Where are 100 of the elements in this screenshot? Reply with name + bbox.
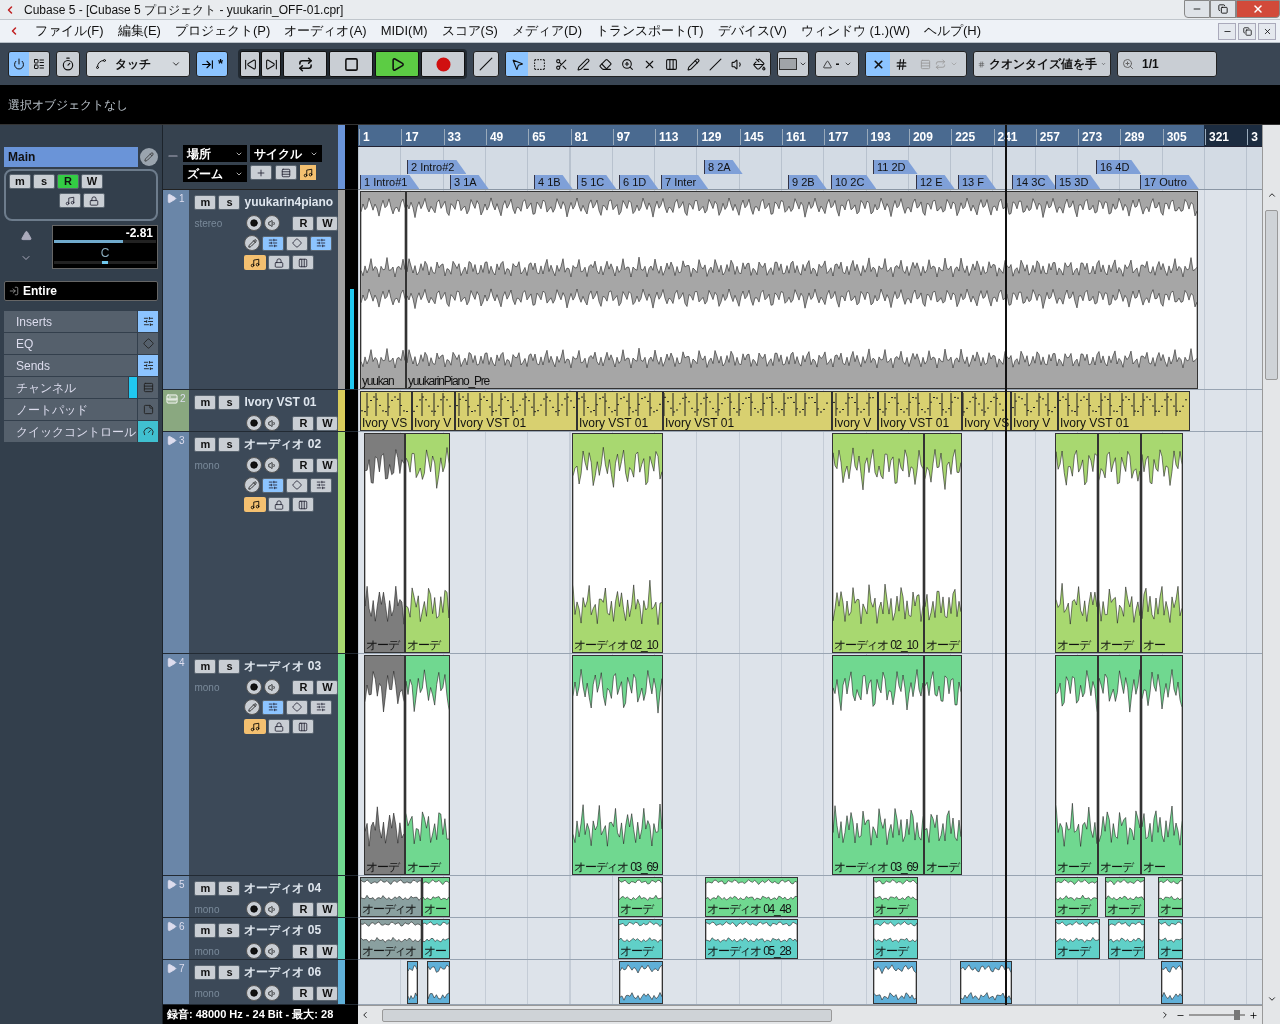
marker-flag[interactable]: 10 2C bbox=[831, 175, 877, 189]
cycle-dropdown[interactable]: サイクル bbox=[250, 145, 322, 162]
solo-button[interactable]: s bbox=[218, 394, 241, 410]
marker-flag[interactable]: 13 F bbox=[958, 175, 996, 189]
audio-event[interactable]: オー bbox=[1141, 655, 1183, 875]
menu-item[interactable]: MIDI(M) bbox=[373, 21, 435, 41]
menu-item[interactable]: オーディオ(A) bbox=[277, 21, 374, 41]
audio-event[interactable]: オーデ bbox=[1055, 433, 1098, 653]
menu-item[interactable]: メディア(D) bbox=[504, 21, 589, 41]
curve-dropdown[interactable]: - bbox=[815, 51, 860, 77]
audio-event[interactable]: オーディオ 03_69 bbox=[832, 655, 924, 875]
marker-flag[interactable]: 6 1D bbox=[619, 175, 659, 189]
audio-event[interactable]: オー bbox=[422, 877, 450, 917]
audio-event[interactable]: オーデ bbox=[1055, 655, 1098, 875]
midi-part[interactable]: Ivory V bbox=[832, 391, 878, 431]
inspector-section-tab[interactable]: EQ bbox=[4, 333, 137, 354]
audio-event[interactable]: オーデ bbox=[618, 877, 663, 917]
marker-flag[interactable]: 12 E bbox=[916, 175, 955, 189]
audio-event[interactable]: オー bbox=[422, 919, 450, 959]
read-button[interactable]: R bbox=[292, 943, 315, 959]
automation-mode-dropdown[interactable]: タッチ bbox=[86, 51, 190, 77]
marker-flag[interactable]: 2 Intro#2 bbox=[407, 160, 467, 174]
mute-button[interactable]: m bbox=[194, 880, 217, 896]
audio-event[interactable]: オーデ bbox=[364, 655, 405, 875]
read-button[interactable]: R bbox=[292, 415, 315, 431]
audio-event[interactable]: オーデ bbox=[1098, 655, 1141, 875]
routing-field[interactable]: Entire bbox=[4, 281, 158, 301]
marker-flag[interactable]: 3 1A bbox=[450, 175, 489, 189]
marker-flag[interactable]: 11 2D bbox=[873, 160, 918, 174]
menu-item[interactable]: スコア(S) bbox=[434, 21, 505, 41]
audio-event[interactable]: オーデ bbox=[924, 655, 962, 875]
audio-event[interactable]: オーデ bbox=[873, 877, 918, 917]
read-button[interactable]: R bbox=[292, 985, 315, 1001]
write-button[interactable]: W bbox=[316, 985, 339, 1001]
inspector-track-name[interactable]: Main bbox=[4, 147, 138, 167]
inspector-section-tab[interactable]: Sends bbox=[4, 355, 137, 376]
marker-flag[interactable]: 5 1C bbox=[577, 175, 617, 189]
track-name[interactable]: オーディオ 02 bbox=[244, 435, 322, 453]
track-name[interactable]: yuukarin4piano bbox=[244, 193, 334, 211]
marker-flag[interactable]: 9 2B bbox=[788, 175, 827, 189]
audio-event[interactable]: オー bbox=[1141, 433, 1183, 653]
marker-flag[interactable]: 17 Outro bbox=[1140, 175, 1199, 189]
menu-item[interactable]: トランスポート(T) bbox=[588, 21, 711, 41]
solo-button[interactable]: s bbox=[218, 964, 241, 980]
audio-event[interactable]: オーディオ 05_28 bbox=[705, 919, 798, 959]
quantize-value-dropdown[interactable]: 1/1 bbox=[1117, 51, 1218, 77]
track-name[interactable]: Ivory VST 01 bbox=[244, 393, 317, 411]
menu-item[interactable]: ファイル(F) bbox=[28, 21, 111, 41]
inspector-section-tab[interactable]: ノートパッド bbox=[4, 399, 137, 420]
quantize-type-dropdown[interactable]: クオンタイズ値を手 bbox=[973, 51, 1112, 77]
marker-flag[interactable]: 15 3D bbox=[1055, 175, 1101, 189]
marker-flag[interactable]: 4 1B bbox=[534, 175, 573, 189]
mute-button[interactable]: m bbox=[9, 174, 31, 189]
midi-part[interactable]: Ivory VST 01 bbox=[663, 391, 832, 431]
audio-event[interactable]: オーデ bbox=[1108, 919, 1145, 959]
autoscroll-button[interactable]: * bbox=[196, 51, 229, 77]
mute-button[interactable]: m bbox=[194, 922, 217, 938]
menu-item[interactable]: プロジェクト(P) bbox=[167, 21, 278, 41]
solo-button[interactable]: s bbox=[218, 658, 241, 674]
mute-button[interactable]: m bbox=[194, 964, 217, 980]
inspector-section-tab[interactable]: クイックコントロール bbox=[4, 421, 137, 442]
track-header[interactable]: 4 m s オーディオ 03 mono R W bbox=[163, 654, 358, 876]
midi-part[interactable]: Ivory V bbox=[412, 391, 455, 431]
read-button[interactable]: R bbox=[292, 457, 315, 473]
audio-event[interactable]: オーデ bbox=[405, 655, 450, 875]
inspector-section-tab[interactable]: Inserts bbox=[4, 311, 137, 332]
midi-part[interactable]: Ivory VST 01 bbox=[878, 391, 962, 431]
track-name[interactable]: オーディオ 03 bbox=[244, 657, 322, 675]
write-button[interactable]: W bbox=[316, 901, 339, 917]
read-button[interactable]: R bbox=[57, 174, 79, 189]
menu-item[interactable]: 編集(E) bbox=[110, 21, 168, 41]
mute-button[interactable]: m bbox=[194, 394, 217, 410]
menu-item[interactable]: デバイス(V) bbox=[710, 21, 794, 41]
write-button[interactable]: W bbox=[316, 457, 339, 473]
marker-flag[interactable]: 7 Inter bbox=[661, 175, 709, 189]
audio-event[interactable]: オー bbox=[1158, 919, 1183, 959]
audio-event[interactable]: オーデ bbox=[924, 433, 962, 653]
midi-part[interactable]: Ivory V bbox=[1011, 391, 1058, 431]
audio-event[interactable]: オーデ bbox=[1055, 877, 1098, 917]
menu-item[interactable]: ウィンドウ (1.)(W) bbox=[793, 21, 917, 41]
read-button[interactable]: R bbox=[292, 215, 315, 231]
audio-event[interactable]: オーデ bbox=[364, 433, 405, 653]
audio-event[interactable]: オーディオ bbox=[360, 919, 422, 959]
track-header[interactable]: 3 m s オーディオ 02 mono R W bbox=[163, 432, 358, 654]
audio-event[interactable]: オーデ bbox=[873, 919, 918, 959]
midi-part[interactable]: Ivory VS bbox=[360, 391, 412, 431]
marker-flag[interactable]: 14 3C bbox=[1012, 175, 1058, 189]
midi-part[interactable]: Ivory VST 01 bbox=[577, 391, 663, 431]
write-button[interactable]: W bbox=[316, 679, 339, 695]
marker-flag[interactable]: 16 4D bbox=[1096, 160, 1142, 174]
marker-flag[interactable]: 8 2A bbox=[704, 160, 743, 174]
write-button[interactable]: W bbox=[81, 174, 103, 189]
solo-button[interactable]: s bbox=[218, 194, 241, 210]
audio-event[interactable]: オーディオ 04_48 bbox=[705, 877, 798, 917]
track-name[interactable]: オーディオ 05 bbox=[244, 921, 322, 939]
track-name[interactable]: オーディオ 06 bbox=[244, 963, 322, 981]
track-header[interactable]: 7 m s オーディオ 06 mono R W bbox=[163, 960, 358, 1005]
mute-button[interactable]: m bbox=[194, 436, 217, 452]
audio-event[interactable]: オーディオ 02_10 bbox=[832, 433, 924, 653]
write-button[interactable]: W bbox=[316, 215, 339, 231]
